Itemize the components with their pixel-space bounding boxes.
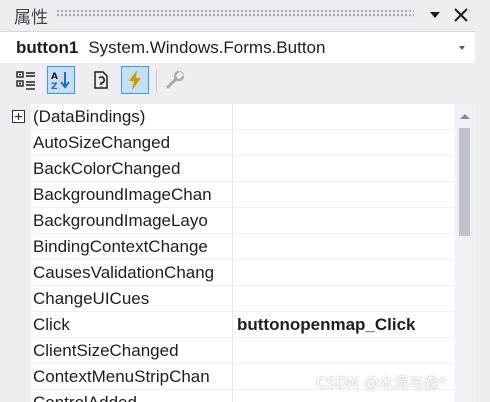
property-name: AutoSizeChanged <box>33 130 232 156</box>
property-name: BackColorChanged <box>33 156 232 182</box>
property-value[interactable]: buttonopenmap_Click <box>233 312 455 338</box>
row-gutter <box>9 156 31 182</box>
scroll-up-arrow-icon[interactable] <box>459 112 471 120</box>
property-name: ChangeUICues <box>33 286 232 312</box>
panel-title: 属性 <box>14 7 48 28</box>
property-row[interactable]: BackColorChanged <box>9 156 455 182</box>
drag-grip[interactable] <box>56 9 414 17</box>
properties-toolbar: A Z <box>0 63 490 99</box>
selected-object-name: button1 <box>16 37 79 57</box>
property-name: ClientSizeChanged <box>33 338 232 364</box>
property-row[interactable]: CausesValidationChang <box>9 260 455 286</box>
alphabetical-button[interactable]: A Z <box>47 66 75 94</box>
events-button[interactable] <box>121 66 149 94</box>
row-gutter <box>9 286 31 312</box>
property-value[interactable] <box>233 234 455 260</box>
property-name: BackgroundImageChan <box>33 182 232 208</box>
property-row[interactable]: AutoSizeChanged <box>9 130 455 156</box>
close-icon[interactable] <box>450 4 472 26</box>
categorized-icon <box>16 71 35 90</box>
property-row[interactable]: Click buttonopenmap_Click <box>9 312 455 338</box>
scroll-thumb[interactable] <box>459 128 470 236</box>
vertical-scrollbar[interactable] <box>455 104 476 402</box>
property-value[interactable] <box>233 208 455 234</box>
property-name: BindingContextChange <box>33 234 232 260</box>
property-grid[interactable]: (DataBindings) AutoSizeChanged BackColorCh… <box>9 104 455 402</box>
property-row[interactable]: ClientSizeChanged <box>9 338 455 364</box>
property-name: BackgroundImageLayo <box>33 208 232 234</box>
toolbar-separator <box>156 69 157 93</box>
property-row[interactable]: BindingContextChange <box>9 234 455 260</box>
categorized-button[interactable] <box>12 66 40 94</box>
property-row[interactable]: ChangeUICues <box>9 286 455 312</box>
row-gutter <box>9 182 31 208</box>
svg-text:Z: Z <box>51 82 58 91</box>
property-name: CausesValidationChang <box>33 260 232 286</box>
expand-plus-icon[interactable] <box>12 110 25 123</box>
property-value[interactable] <box>233 338 455 364</box>
row-gutter <box>9 364 31 390</box>
property-row[interactable]: BackgroundImageChan <box>9 182 455 208</box>
property-value[interactable] <box>233 156 455 182</box>
properties-icon <box>94 71 108 89</box>
property-pages-wrench-icon <box>166 70 185 89</box>
object-selector[interactable]: button1 System.Windows.Forms.Button <box>0 31 475 64</box>
selected-object-type: System.Windows.Forms.Button <box>88 37 326 57</box>
row-gutter <box>9 130 31 156</box>
row-gutter <box>9 312 31 338</box>
property-value[interactable] <box>233 104 455 130</box>
chevron-down-icon[interactable] <box>456 42 468 54</box>
property-value[interactable] <box>233 286 455 312</box>
properties-title-bar: 属性 <box>0 0 490 30</box>
row-gutter <box>9 390 31 402</box>
events-lightning-icon <box>129 70 141 90</box>
property-value[interactable] <box>233 260 455 286</box>
alphabetical-icon: A Z <box>51 72 70 91</box>
row-gutter <box>9 260 31 286</box>
properties-button[interactable] <box>86 66 114 94</box>
property-row[interactable]: (DataBindings) <box>9 104 455 130</box>
window-position-dropdown-icon[interactable] <box>424 4 446 26</box>
property-name: ControlAdded <box>33 390 232 402</box>
property-value[interactable] <box>233 182 455 208</box>
watermark: CSDN @木浔与森* <box>316 374 447 392</box>
property-name: (DataBindings) <box>33 104 232 130</box>
row-gutter <box>9 338 31 364</box>
row-gutter <box>9 234 31 260</box>
property-value[interactable] <box>233 130 455 156</box>
svg-text:A: A <box>51 72 58 82</box>
property-row[interactable]: BackgroundImageLayo <box>9 208 455 234</box>
property-name: ContextMenuStripChan <box>33 364 232 390</box>
property-name: Click <box>33 312 232 338</box>
row-gutter <box>9 208 31 234</box>
property-pages-button[interactable] <box>161 66 189 94</box>
